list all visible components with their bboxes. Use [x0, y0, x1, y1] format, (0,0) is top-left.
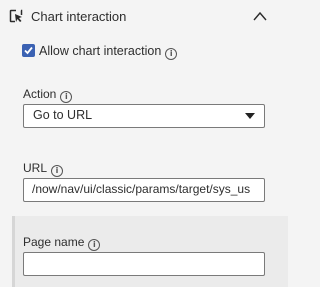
- url-label: URL i: [23, 161, 64, 177]
- cursor-select-icon: [9, 9, 23, 23]
- page-name-input[interactable]: [23, 252, 265, 276]
- checkmark-icon: [24, 46, 33, 55]
- section-title: Chart interaction: [31, 9, 127, 24]
- action-label: Action i: [23, 87, 73, 103]
- chevron-up-icon[interactable]: [252, 10, 268, 22]
- info-icon[interactable]: i: [88, 239, 101, 251]
- section-header[interactable]: Chart interaction: [0, 0, 288, 36]
- page-name-label: Page name i: [23, 235, 101, 251]
- action-select-value: Go to URL: [33, 108, 93, 122]
- info-icon[interactable]: i: [165, 48, 178, 60]
- info-icon[interactable]: i: [60, 91, 73, 103]
- info-icon[interactable]: i: [51, 165, 64, 177]
- section-indent-bar: [12, 216, 15, 287]
- action-select[interactable]: Go to URL: [23, 104, 265, 128]
- url-input[interactable]: /now/nav/ui/classic/params/target/sys_us: [23, 178, 265, 202]
- allow-interaction-label: Allow chart interaction i: [39, 44, 178, 60]
- allow-interaction-checkbox[interactable]: [22, 44, 35, 57]
- dropdown-arrow-icon: [245, 113, 255, 119]
- url-input-value: /now/nav/ui/classic/params/target/sys_us: [32, 182, 251, 196]
